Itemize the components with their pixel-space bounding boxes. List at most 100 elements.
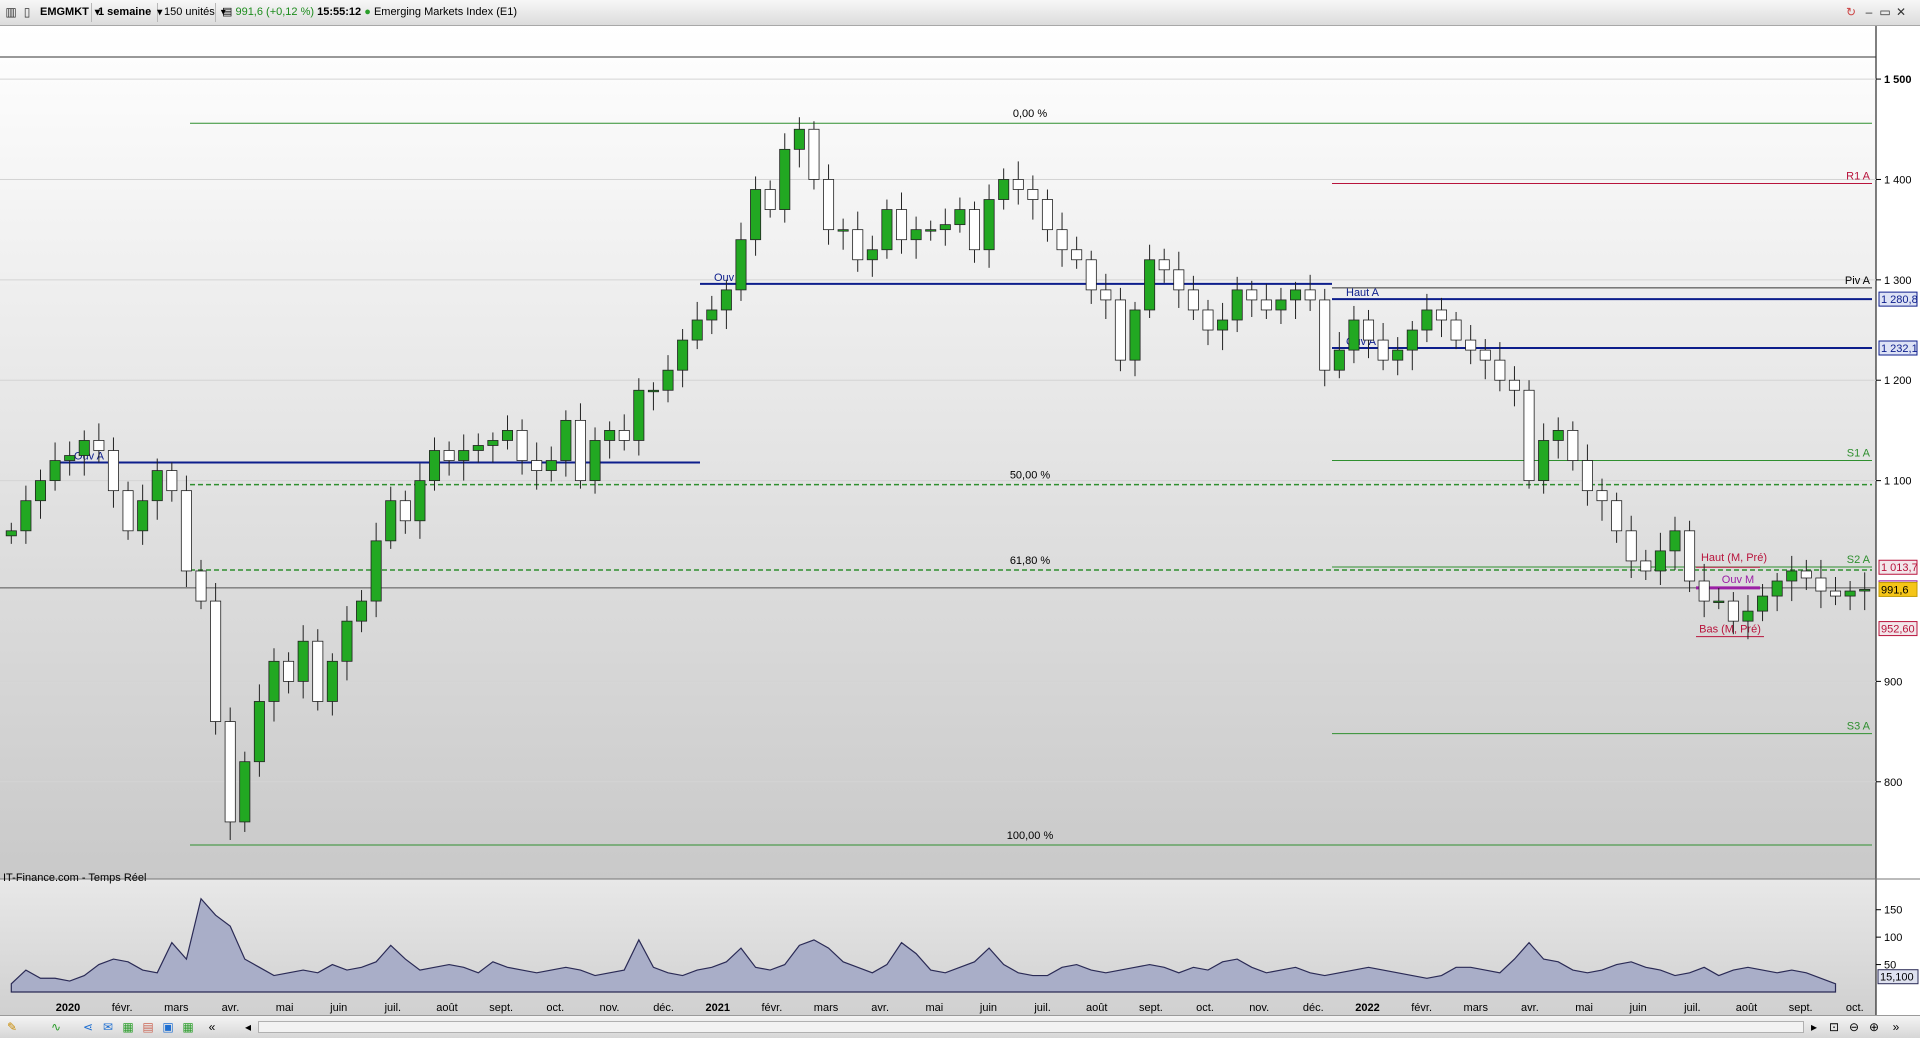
window-icon[interactable]: ▣ [160, 1019, 176, 1035]
zoom-fit-icon[interactable]: ⊡ [1826, 1019, 1842, 1035]
candle-body [399, 500, 411, 522]
x-tick-label: nov. [1249, 1002, 1269, 1014]
candle-body [1479, 349, 1491, 361]
y-tick-label: 800 [1884, 777, 1902, 789]
pivot-label: R1 A [1846, 170, 1871, 182]
candle-body [1508, 379, 1520, 391]
candle-body [180, 490, 192, 572]
fibonacci-label: 61,80 % [1010, 555, 1051, 567]
candle-body [1465, 339, 1477, 351]
calendar-icon[interactable]: ▤ [140, 1019, 156, 1035]
period-selector[interactable]: 1 semaine [92, 3, 158, 22]
indicator-icon[interactable]: ∿ [48, 1019, 64, 1035]
last-price: 991,6 (+0,12 %) [235, 6, 315, 18]
candle-body [64, 455, 76, 461]
candle-body [852, 229, 864, 261]
comment-icon[interactable]: ✉ [100, 1019, 116, 1035]
grid-icon[interactable]: ▦ [180, 1019, 196, 1035]
fibonacci-label: 0,00 % [1013, 108, 1047, 120]
candle-body [1713, 600, 1725, 603]
x-tick-label: févr. [112, 1002, 133, 1014]
x-tick-label: août [1736, 1002, 1757, 1014]
x-tick-label: 2020 [56, 1002, 80, 1014]
minimize-icon[interactable]: – [1862, 5, 1876, 19]
scroll-left-icon[interactable]: ◂ [240, 1019, 256, 1035]
candle-body [968, 209, 980, 251]
x-tick-label: déc. [653, 1002, 674, 1014]
x-tick-label: 2021 [705, 1002, 729, 1014]
candle-body [1567, 430, 1579, 461]
units-selector[interactable]: 150 unités [158, 3, 216, 22]
candle-body [896, 209, 908, 241]
candle-body [910, 229, 922, 241]
volume-tick-label: 150 [1884, 905, 1902, 917]
price-tag-label: 952,60 [1881, 624, 1915, 636]
candle-body [647, 389, 659, 393]
horizontal-scrollbar[interactable] [258, 1021, 1804, 1033]
x-tick-label: avr. [871, 1002, 889, 1014]
scroll-start-icon[interactable]: « [204, 1019, 220, 1035]
toolbar: ▥ ▯ EMGMKT 1 semaine 150 unités ▤ 991,6 … [0, 0, 1920, 26]
zoom-in-icon[interactable]: ⊕ [1866, 1019, 1882, 1035]
symbol-selector[interactable]: EMGMKT [34, 3, 92, 22]
link-icon[interactable]: ▯ [20, 5, 34, 19]
candle-body [1698, 580, 1710, 602]
candle-body [1859, 589, 1871, 592]
candle-body [1844, 590, 1856, 597]
fibonacci-label: 50,00 % [1010, 470, 1051, 482]
status-dot-icon: ● [364, 6, 371, 18]
scroll-right-icon[interactable]: ▸ [1806, 1019, 1822, 1035]
price-chart[interactable]: 0,00 % 50,00 % 61,80 % 100,00 % R1 A Piv A S1 … [0, 26, 1920, 1015]
candle-body [837, 229, 849, 232]
close-icon[interactable]: ✕ [1894, 5, 1908, 19]
candle-body [954, 209, 966, 226]
candle-body [1071, 249, 1083, 261]
candle-body [137, 500, 149, 532]
candle-body [1012, 179, 1024, 190]
chart-type-icon[interactable]: ▥ [4, 5, 18, 19]
candle-body [881, 209, 893, 251]
y-tick-label: 1 400 [1884, 174, 1912, 186]
refresh-icon[interactable]: ↻ [1844, 5, 1858, 19]
x-tick-label: sept. [1789, 1002, 1813, 1014]
pivot-label: S3 A [1847, 721, 1871, 733]
candle-body [750, 189, 762, 241]
volume-pane [0, 879, 1876, 1015]
x-tick-label: août [1086, 1002, 1107, 1014]
y-tick-label: 1 200 [1884, 375, 1912, 387]
candle-body [1173, 269, 1185, 291]
table-icon[interactable]: ▦ [120, 1019, 136, 1035]
drawing-tool-icon[interactable]: ✎ [4, 1019, 20, 1035]
x-tick-label: juin [1629, 1002, 1647, 1014]
candle-body [49, 460, 61, 482]
candle-body [1392, 349, 1404, 361]
candle-body [706, 309, 718, 321]
candle-body [1684, 530, 1696, 582]
maximize-icon[interactable]: ▭ [1878, 5, 1892, 19]
candle-body [1129, 309, 1141, 361]
candle-body [1611, 500, 1623, 532]
candle-body [34, 480, 46, 502]
info-icon: ▤ [222, 6, 236, 18]
candle-body [283, 660, 295, 682]
candle-body [764, 189, 776, 210]
candle-body [618, 430, 630, 441]
price-tag-label: 1 280,8 [1881, 294, 1918, 306]
scroll-end-icon[interactable]: » [1888, 1019, 1904, 1035]
candle-body [735, 239, 747, 291]
candle-body [1523, 389, 1535, 482]
x-tick-label: juil. [1033, 1002, 1051, 1014]
candle-body [823, 179, 835, 231]
x-tick-label: mars [814, 1002, 839, 1014]
candle-body [1771, 580, 1783, 597]
share-icon[interactable]: ⋖ [80, 1019, 96, 1035]
y-tick-label: 900 [1884, 676, 1902, 688]
candle-body [166, 470, 178, 492]
candle-body [414, 480, 426, 522]
candle-body [20, 500, 32, 532]
x-tick-label: sept. [1139, 1002, 1163, 1014]
zoom-out-icon[interactable]: ⊖ [1846, 1019, 1862, 1035]
candle-body [1406, 329, 1418, 351]
candle-body [312, 640, 324, 702]
price-info: ▤ 991,6 (+0,12 %) 15:55:12 ● Emerging Ma… [216, 3, 523, 22]
